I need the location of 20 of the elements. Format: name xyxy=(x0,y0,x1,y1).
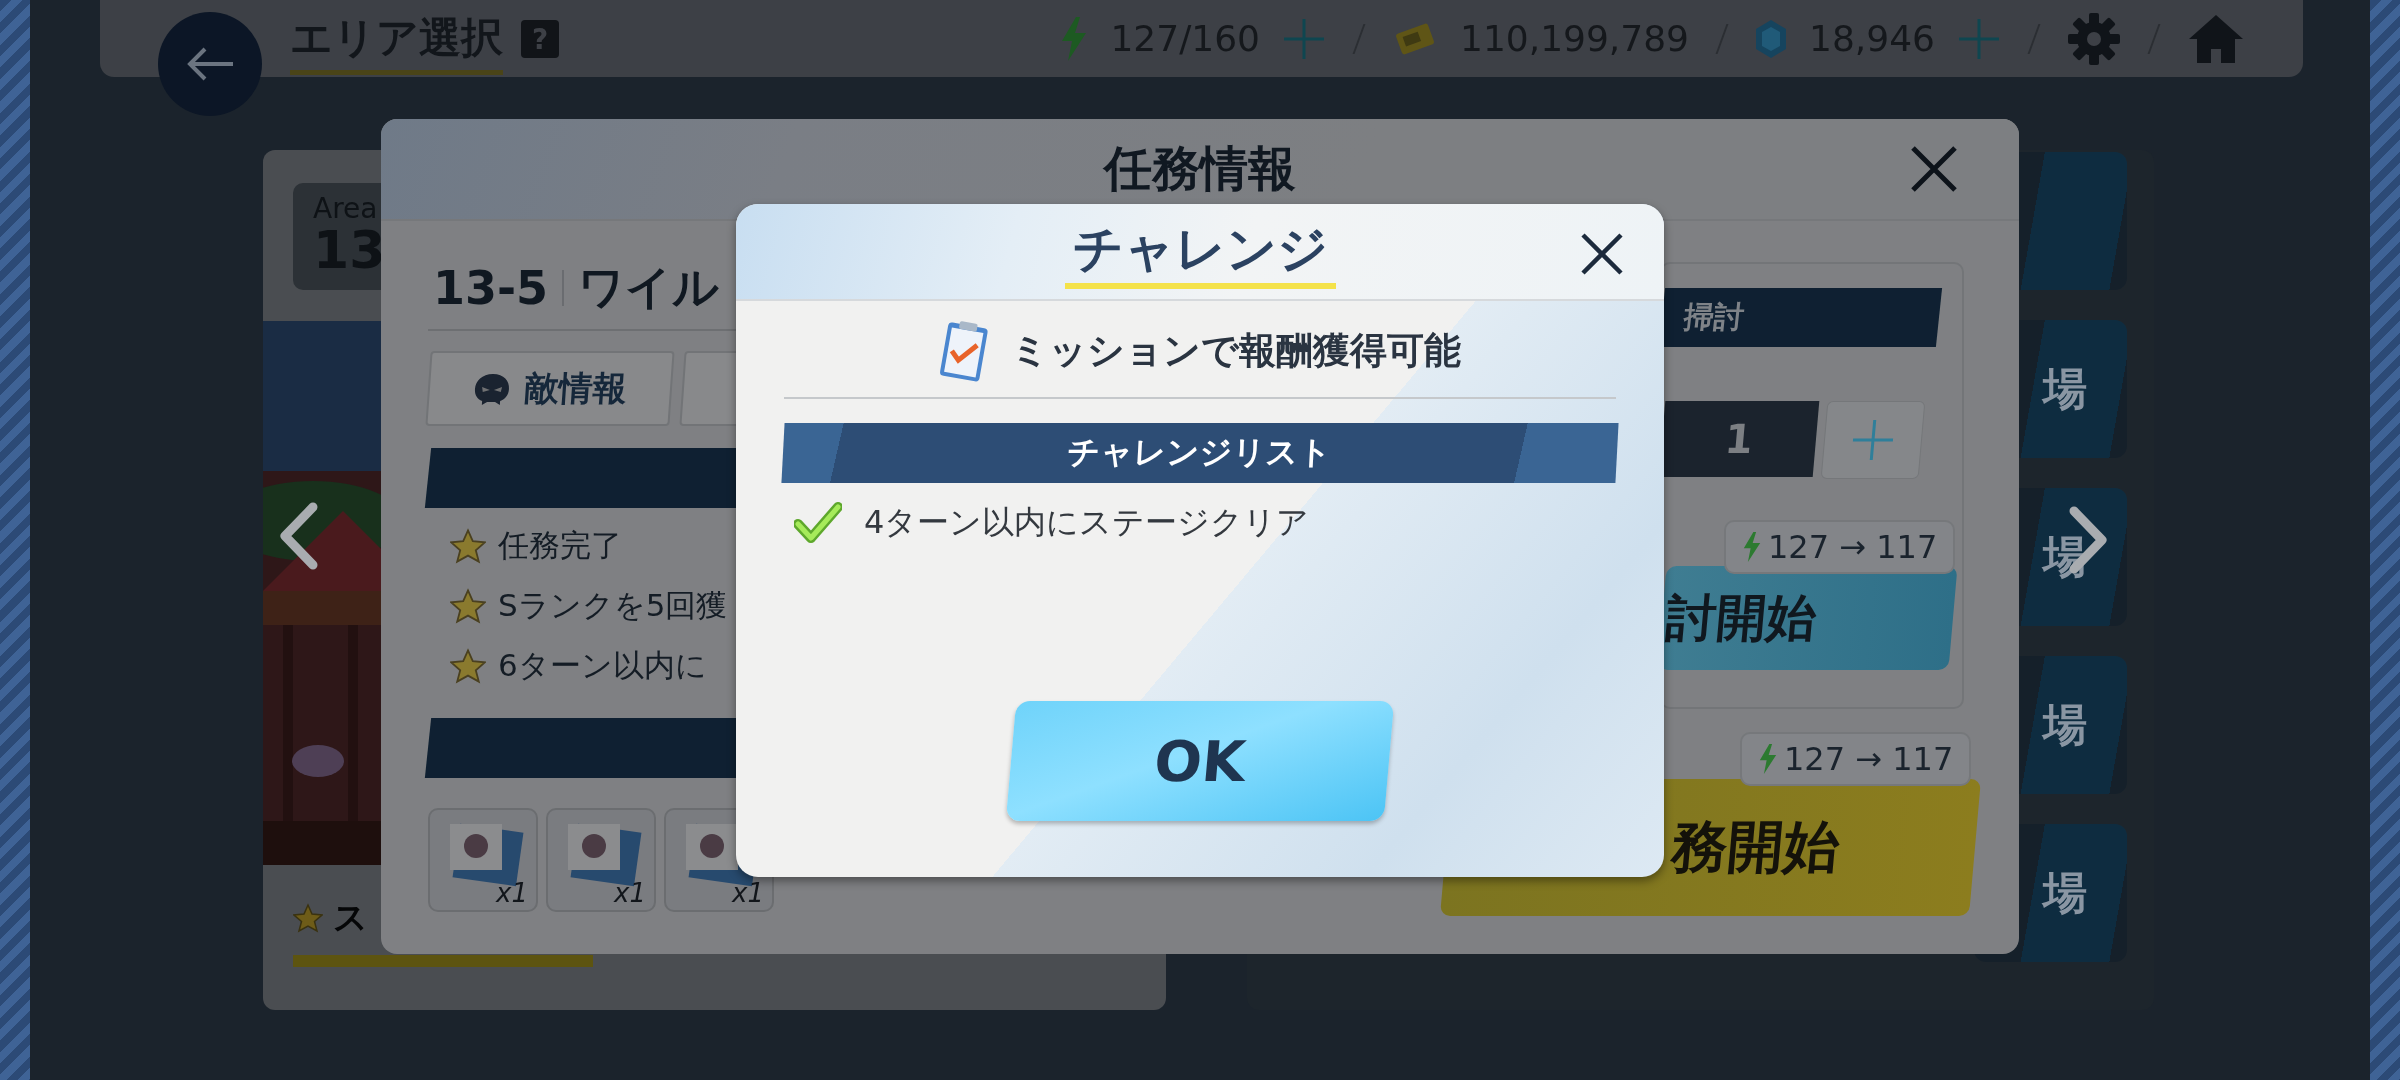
notice-text: ミッションで報酬獲得可能 xyxy=(1011,328,1461,374)
stage-name: ワイル xyxy=(578,259,720,316)
reward-item[interactable]: x1 xyxy=(428,808,538,912)
reward-item[interactable]: x1 xyxy=(546,808,656,912)
list-header: チャレンジリスト xyxy=(781,423,1619,483)
stage-number: 13-5 xyxy=(433,261,549,315)
enemy-info-button[interactable]: 敵情報 xyxy=(425,351,675,426)
cost-text: 127 → 117 xyxy=(1768,528,1938,566)
cost-text: 127 → 117 xyxy=(1784,740,1954,778)
objective-text: 6ターン以内に xyxy=(498,646,707,685)
reward-count: x1 xyxy=(496,878,528,908)
objective-text: Sランクを5回獲 xyxy=(498,586,728,625)
challenge-text: 4ターン以内にステージクリア xyxy=(864,502,1310,543)
reward-count: x1 xyxy=(732,878,764,908)
dialog-title: チャレンジ xyxy=(1064,222,1336,289)
ok-button[interactable]: OK xyxy=(1005,701,1395,821)
objective-text: 任務完了 xyxy=(498,526,622,565)
stage-caption: ス xyxy=(333,896,368,939)
reward-count: x1 xyxy=(614,878,646,908)
modal-title: 任務情報 xyxy=(1104,139,1296,198)
